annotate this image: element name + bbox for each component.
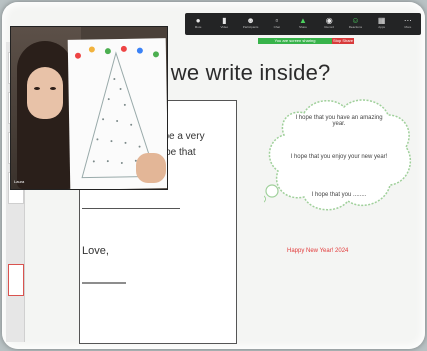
reactions-button[interactable]: ☺ Reactions <box>347 16 363 32</box>
share-screen-button[interactable]: ▲ Share <box>295 16 311 32</box>
card-writing-line <box>82 208 180 209</box>
microphone-icon: ● <box>195 16 201 25</box>
participant-hand <box>136 153 166 183</box>
more-icon: ⋯ <box>403 16 412 25</box>
cloud-text-line: I hope that you have an amazing year. <box>295 115 383 127</box>
video-button[interactable]: ▮ Video <box>216 16 232 32</box>
screen-frame: ● Mute ▮ Video ☻ Participants ▫ Chat ▲ S… <box>2 2 425 349</box>
card-closing: Love, <box>82 245 109 257</box>
eye <box>34 87 40 90</box>
participant-name: Laura <box>14 179 25 184</box>
record-icon: ◉ <box>325 16 333 25</box>
chat-button[interactable]: ▫ Chat <box>269 16 285 32</box>
eye <box>50 87 56 90</box>
participants-button[interactable]: ☻ Participants <box>243 16 259 32</box>
meeting-toolbar: ● Mute ▮ Video ☻ Participants ▫ Chat ▲ S… <box>185 13 421 35</box>
share-status-bar: You are screen sharing Stop Share <box>258 38 354 44</box>
stop-share-button[interactable]: Stop Share <box>332 38 354 44</box>
slide-title: d we write inside? <box>152 60 331 85</box>
sharing-indicator: You are screen sharing <box>258 38 332 44</box>
apps-icon: ▦ <box>377 16 386 25</box>
record-button[interactable]: ◉ Record <box>321 16 337 32</box>
cloud-text-line: I hope that you enjoy your new year! <box>290 154 388 160</box>
reactions-icon: ☺ <box>351 16 360 25</box>
new-year-greeting: Happy New Year! 2024 <box>287 248 349 254</box>
participant-video[interactable]: Laura <box>10 26 168 190</box>
slide-thumbnail-active[interactable] <box>8 264 24 296</box>
chat-icon: ▫ <box>275 16 279 25</box>
more-button[interactable]: ⋯ More <box>400 16 416 32</box>
mute-button[interactable]: ● Mute <box>190 16 206 32</box>
cloud-text-line: I hope that you ........ <box>311 192 367 198</box>
participants-icon: ☻ <box>246 16 255 25</box>
apps-button[interactable]: ▦ Apps <box>374 16 390 32</box>
share-screen-icon: ▲ <box>299 16 307 25</box>
card-signature-line <box>82 282 126 284</box>
participant-face <box>27 67 63 119</box>
video-camera-icon: ▮ <box>222 16 227 25</box>
